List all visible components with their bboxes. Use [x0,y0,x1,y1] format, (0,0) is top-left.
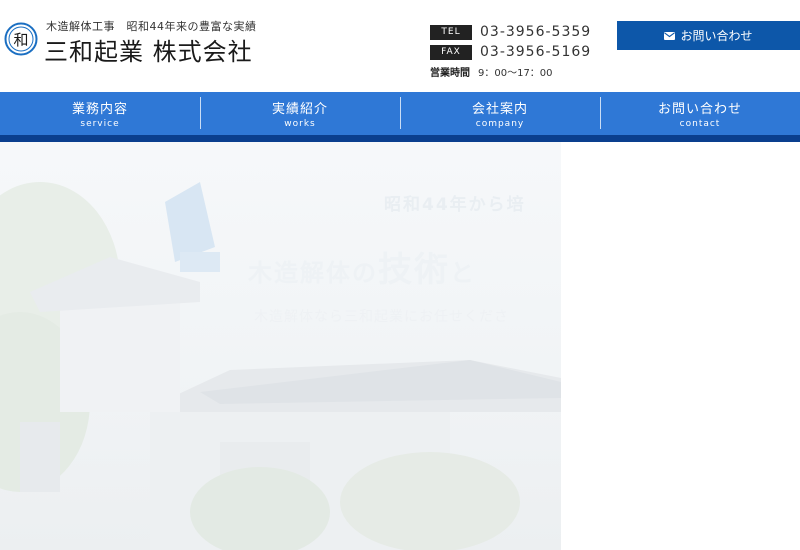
fax-row: FAX 03-3956-5169 [430,44,591,60]
company-logo-icon[interactable]: 和 [4,22,38,56]
nav-label-en: company [475,119,525,129]
nav-label-ja: お問い合わせ [657,102,742,117]
nav-item-service[interactable]: 業務内容 service [0,92,200,135]
hours-label: 営業時間 [430,68,470,79]
hero-headline-top: 昭和44年から培 [384,195,526,215]
nav-label-en: service [80,119,120,129]
tel-label: TEL [430,24,472,40]
fax-number: 03-3956-5169 [480,44,592,60]
nav-bottom-bar [0,135,800,142]
nav-label-ja: 業務内容 [71,102,128,117]
nav-item-company[interactable]: 会社案内 company [400,92,600,135]
nav-item-works[interactable]: 実績紹介 works [200,92,400,135]
hero-headline-emphasis: 技術 [378,250,450,290]
global-nav: 業務内容 service 実績紹介 works 会社案内 company お問い… [0,92,800,135]
hero-headline-part-c: と [450,259,476,287]
contact-button-label: お問い合わせ [680,29,753,43]
hero-subheadline: 木造解体なら三和起業にお任せくださ [254,309,509,325]
company-name[interactable]: 三和起業 株式会社 [44,32,253,67]
nav-label-ja: 会社案内 [471,102,528,117]
nav-item-contact[interactable]: お問い合わせ contact [600,92,800,135]
site-header: 和 木造解体工事 昭和44年来の豊富な実績 三和起業 株式会社 TEL 03-3… [0,0,800,92]
nav-label-en: works [284,119,316,129]
contact-button[interactable]: お問い合わせ [617,21,800,50]
envelope-icon [664,31,676,40]
hero-slider: 昭和44年から培 木造解体の技術と 木造解体なら三和起業にお任せくださ [0,142,561,550]
tel-row: TEL 03-3956-5359 [430,24,591,40]
nav-label-en: contact [679,119,721,129]
hours-row: 営業時間 9：00〜17：00 [430,64,553,79]
logo-char: 和 [13,31,28,49]
hero-headline-main: 木造解体の技術と [248,242,476,291]
nav-label-ja: 実績紹介 [271,102,328,117]
tel-number[interactable]: 03-3956-5359 [480,24,591,40]
hours-value: 9：00〜17：00 [478,68,553,79]
hero-headline-part-a: 木造解体の [248,259,378,287]
fax-label: FAX [430,44,472,60]
